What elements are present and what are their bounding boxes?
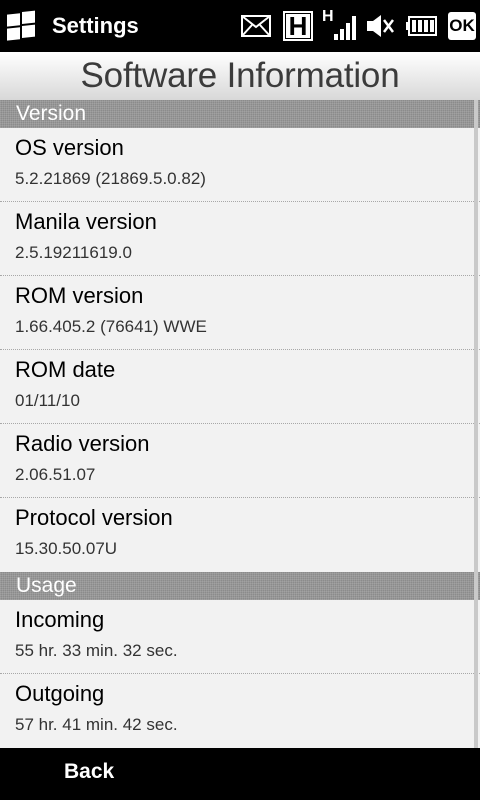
item-label: ROM date [15, 357, 116, 382]
item-value: 01/11/10 [15, 391, 80, 410]
signal-strength-icon[interactable]: H [318, 0, 360, 52]
item-label: Protocol version [15, 505, 173, 530]
list-item-radio-version: Radio version 2.06.51.07 [0, 424, 480, 498]
item-label: Outgoing [15, 681, 105, 706]
item-value: 15.30.50.07U [15, 539, 118, 558]
item-label: OS version [15, 135, 124, 160]
content-area: Software Information Version OS version … [0, 52, 480, 748]
list-item-rom-date: ROM date 01/11/10 [0, 350, 480, 424]
list-item-protocol-version: Protocol version 15.30.50.07U [0, 498, 480, 572]
start-button[interactable] [0, 0, 44, 52]
item-value: 57 hr. 41 min. 42 sec. [15, 715, 178, 734]
page-title: Software Information [80, 56, 400, 95]
item-label: ROM version [15, 283, 144, 308]
battery-icon[interactable] [400, 0, 444, 52]
list-item-os-version: OS version 5.2.21869 (21869.5.0.82) [0, 128, 480, 202]
page-header: Software Information [0, 52, 480, 100]
item-value: 1.66.405.2 (76641) WWE [15, 317, 207, 336]
item-value: 2.06.51.07 [15, 465, 96, 484]
list-item-manila-version: Manila version 2.5.19211619.0 [0, 202, 480, 276]
hsdpa-h-icon: H [278, 0, 318, 52]
bottom-bar: Back [0, 748, 480, 800]
volume-mute-icon[interactable] [360, 0, 400, 52]
section-header-version: Version [0, 100, 480, 128]
app-title: Settings [52, 13, 139, 38]
item-label: Incoming [15, 607, 105, 632]
scrollbar[interactable] [474, 100, 478, 748]
item-value: 55 hr. 33 min. 32 sec. [15, 641, 178, 660]
windows-flag-icon [7, 10, 37, 41]
message-icon[interactable] [234, 0, 278, 52]
item-label: Manila version [15, 209, 157, 234]
ok-button[interactable]: OK [444, 0, 480, 52]
status-bar: Settings H H OK [0, 0, 480, 52]
list-item-incoming: Incoming 55 hr. 33 min. 32 sec. [0, 600, 480, 674]
status-icons: H H OK [234, 0, 480, 52]
back-button[interactable]: Back [64, 760, 114, 784]
item-value: 5.2.21869 (21869.5.0.82) [15, 169, 206, 188]
list-item-outgoing: Outgoing 57 hr. 41 min. 42 sec. [0, 674, 480, 748]
item-label: Radio version [15, 431, 150, 456]
item-value: 2.5.19211619.0 [15, 243, 132, 262]
list-item-rom-version: ROM version 1.66.405.2 (76641) WWE [0, 276, 480, 350]
section-header-usage: Usage [0, 572, 480, 600]
